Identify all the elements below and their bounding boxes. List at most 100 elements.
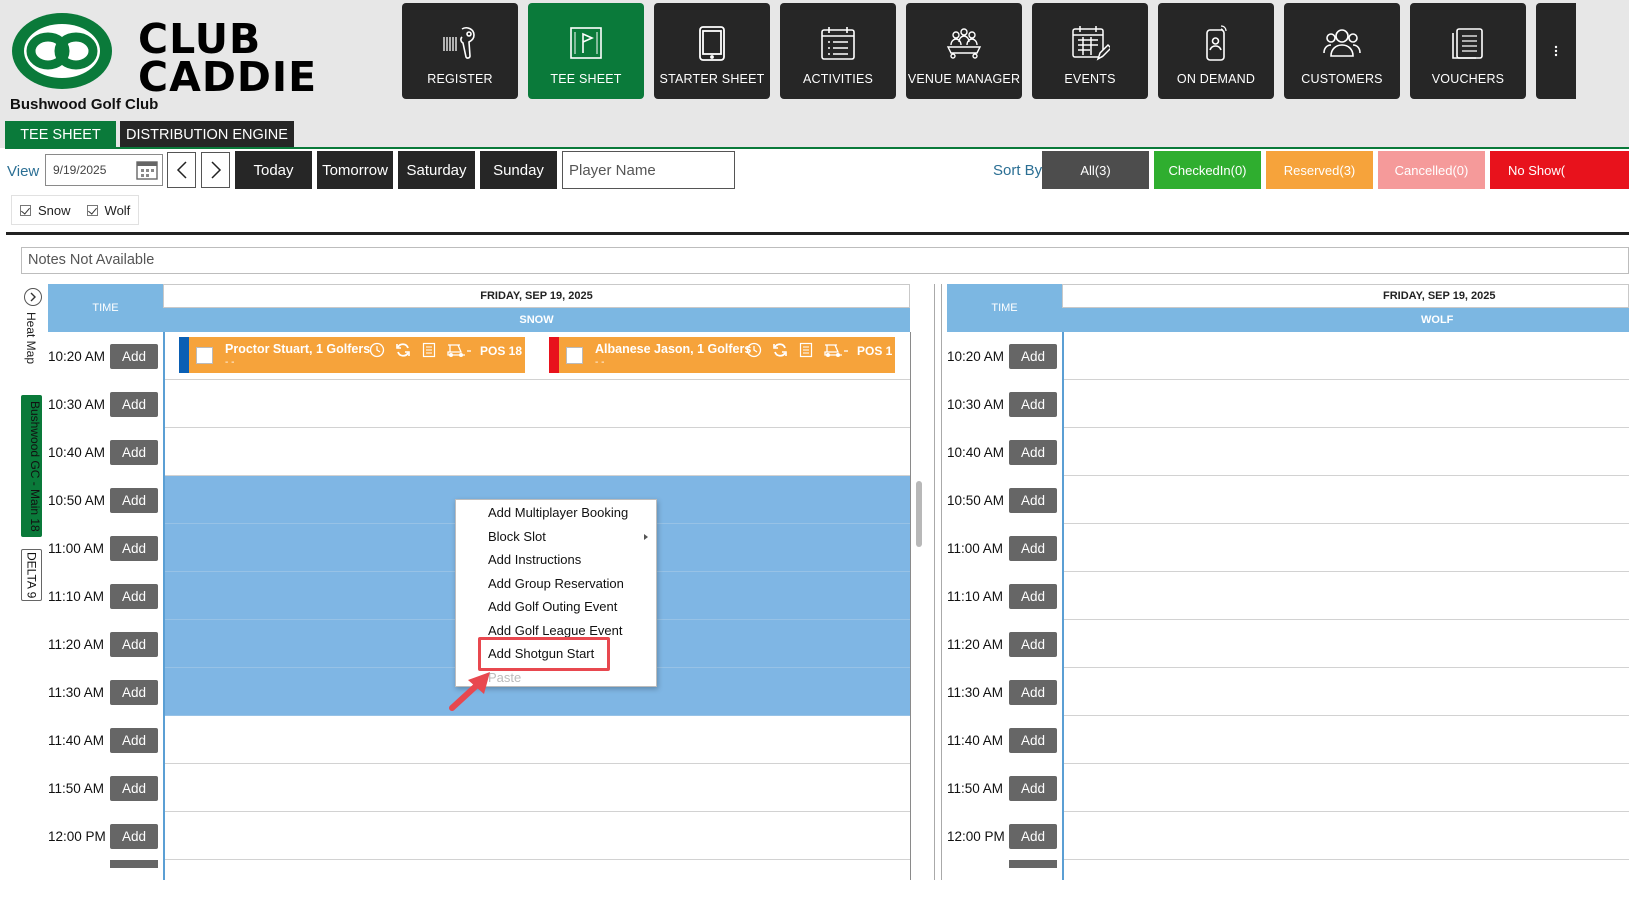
add-booking-button[interactable] [1009, 860, 1057, 868]
sort-checked-in-button[interactable]: CheckedIn(0) [1154, 151, 1261, 189]
refresh-icon[interactable] [394, 341, 412, 359]
booking-name[interactable]: Proctor Stuart, 1 Golfers [225, 342, 370, 356]
tee-slot[interactable] [165, 380, 910, 428]
clock-icon[interactable] [745, 341, 763, 359]
add-booking-button[interactable]: Add [1009, 823, 1057, 849]
menu-item-add-golf-outing-event[interactable]: Add Golf Outing Event [456, 595, 656, 619]
tee-slot[interactable] [1064, 332, 1629, 380]
tab-distribution-engine[interactable]: DISTRIBUTION ENGINE [120, 121, 294, 148]
add-booking-button[interactable]: Add [110, 775, 158, 801]
menu-item-add-golf-league-event[interactable]: Add Golf League Event [456, 619, 656, 643]
tee-slot[interactable] [1064, 668, 1629, 716]
add-booking-button[interactable]: Add [110, 535, 158, 561]
saturday-button[interactable]: Saturday [398, 151, 475, 189]
tee-slot[interactable] [1064, 380, 1629, 428]
add-booking-button[interactable]: Add [1009, 727, 1057, 753]
date-picker[interactable] [45, 154, 163, 186]
add-booking-button[interactable]: Add [1009, 583, 1057, 609]
calendar-icon[interactable] [136, 160, 158, 180]
nav-customers-button[interactable]: CUSTOMERS [1284, 3, 1400, 99]
booking-card[interactable]: Proctor Stuart, 1 Golfers - - POS 18 [179, 337, 525, 373]
tee-slot[interactable] [1064, 572, 1629, 620]
nav-events-button[interactable]: EVENTS [1032, 3, 1148, 99]
tee-slot[interactable] [1064, 620, 1629, 668]
time-label: 11:00 AM [48, 540, 105, 556]
left-scrollbar-thumb[interactable] [916, 481, 922, 547]
menu-item-add-shotgun-start[interactable]: Add Shotgun Start [456, 642, 656, 666]
wolf-checkbox[interactable] [86, 204, 98, 216]
nav-on-demand-button[interactable]: ON DEMAND [1158, 3, 1274, 99]
add-booking-button[interactable]: Add [110, 343, 158, 369]
nav-tee-sheet-button[interactable]: TEE SHEET [528, 3, 644, 99]
nav-more-button[interactable] [1536, 3, 1576, 99]
add-booking-button[interactable]: Add [1009, 487, 1057, 513]
tee-slot[interactable] [1064, 524, 1629, 572]
menu-item-add-group-reservation[interactable]: Add Group Reservation [456, 572, 656, 596]
notes-field[interactable]: Notes Not Available [21, 247, 1629, 274]
menu-item-block-slot[interactable]: Block Slot [456, 525, 656, 549]
golf-cart-icon[interactable] [446, 341, 472, 359]
nav-vouchers-button[interactable]: VOUCHERS [1410, 3, 1526, 99]
add-booking-button[interactable] [110, 860, 158, 868]
add-booking-button[interactable]: Add [1009, 775, 1057, 801]
add-booking-button[interactable]: Add [110, 727, 158, 753]
heat-map-label[interactable]: Heat Map [24, 312, 38, 364]
today-button[interactable]: Today [235, 151, 312, 189]
nav-register-button[interactable]: REGISTER [402, 3, 518, 99]
notes-icon[interactable] [420, 341, 438, 359]
add-booking-button[interactable]: Add [1009, 391, 1057, 417]
add-booking-button[interactable]: Add [110, 391, 158, 417]
date-input[interactable] [46, 155, 126, 185]
sort-no-show-button[interactable]: No Show( [1490, 151, 1629, 189]
sunday-button[interactable]: Sunday [480, 151, 557, 189]
booking-checkbox[interactable] [566, 347, 583, 364]
player-name-input[interactable] [562, 151, 735, 189]
menu-item-add-instructions[interactable]: Add Instructions [456, 548, 656, 572]
booking-name[interactable]: Albanese Jason, 1 Golfers [595, 342, 751, 356]
add-booking-button[interactable]: Add [110, 439, 158, 465]
add-booking-button[interactable]: Add [1009, 439, 1057, 465]
next-day-button[interactable] [201, 152, 230, 188]
add-booking-button[interactable]: Add [110, 487, 158, 513]
tee-slot[interactable] [165, 716, 910, 764]
add-booking-button[interactable]: Add [110, 679, 158, 705]
golf-cart-icon[interactable] [823, 341, 849, 359]
tee-slot[interactable] [1064, 764, 1629, 812]
add-booking-button[interactable]: Add [1009, 679, 1057, 705]
add-booking-button[interactable]: Add [1009, 343, 1057, 369]
sort-all-button[interactable]: All(3) [1042, 151, 1149, 189]
snow-checkbox[interactable] [20, 204, 31, 216]
add-booking-button[interactable]: Add [110, 583, 158, 609]
add-booking-button[interactable]: Add [1009, 535, 1057, 561]
left-scrollbar-track[interactable] [914, 284, 924, 880]
time-label: 11:20 AM [48, 636, 105, 652]
sort-cancelled-button[interactable]: Cancelled(0) [1378, 151, 1485, 189]
heat-map-toggle[interactable] [24, 288, 42, 306]
tomorrow-button[interactable]: Tomorrow [317, 151, 393, 189]
course-tab-delta-9[interactable]: DELTA 9 [21, 549, 42, 601]
add-booking-button[interactable]: Add [1009, 631, 1057, 657]
add-booking-button[interactable]: Add [110, 631, 158, 657]
nav-activities-button[interactable]: ACTIVITIES [780, 3, 896, 99]
tee-slot[interactable] [165, 812, 910, 860]
clock-icon[interactable] [368, 341, 386, 359]
tee-slot[interactable] [1064, 476, 1629, 524]
nav-starter-sheet-button[interactable]: STARTER SHEET [654, 3, 770, 99]
menu-item-add-multiplayer-booking[interactable]: Add Multiplayer Booking [456, 501, 656, 525]
booking-checkbox[interactable] [196, 347, 213, 364]
course-tab-main-18[interactable]: Bushwood GC - Main 18 [21, 395, 42, 537]
tab-tee-sheet[interactable]: TEE SHEET [5, 121, 116, 148]
nav-venue-manager-button[interactable]: VENUE MANAGER [906, 3, 1022, 99]
sheet-divider[interactable] [934, 284, 942, 880]
tee-slot[interactable] [1064, 428, 1629, 476]
tee-slot[interactable] [165, 428, 910, 476]
add-booking-button[interactable]: Add [110, 823, 158, 849]
notes-icon[interactable] [797, 341, 815, 359]
refresh-icon[interactable] [771, 341, 789, 359]
tee-slot[interactable] [165, 764, 910, 812]
booking-card[interactable]: Albanese Jason, 1 Golfers - - POS 1 [549, 337, 895, 373]
prev-day-button[interactable] [167, 152, 196, 188]
tee-slot[interactable] [1064, 716, 1629, 764]
tee-slot[interactable] [1064, 812, 1629, 860]
sort-reserved-button[interactable]: Reserved(3) [1266, 151, 1373, 189]
